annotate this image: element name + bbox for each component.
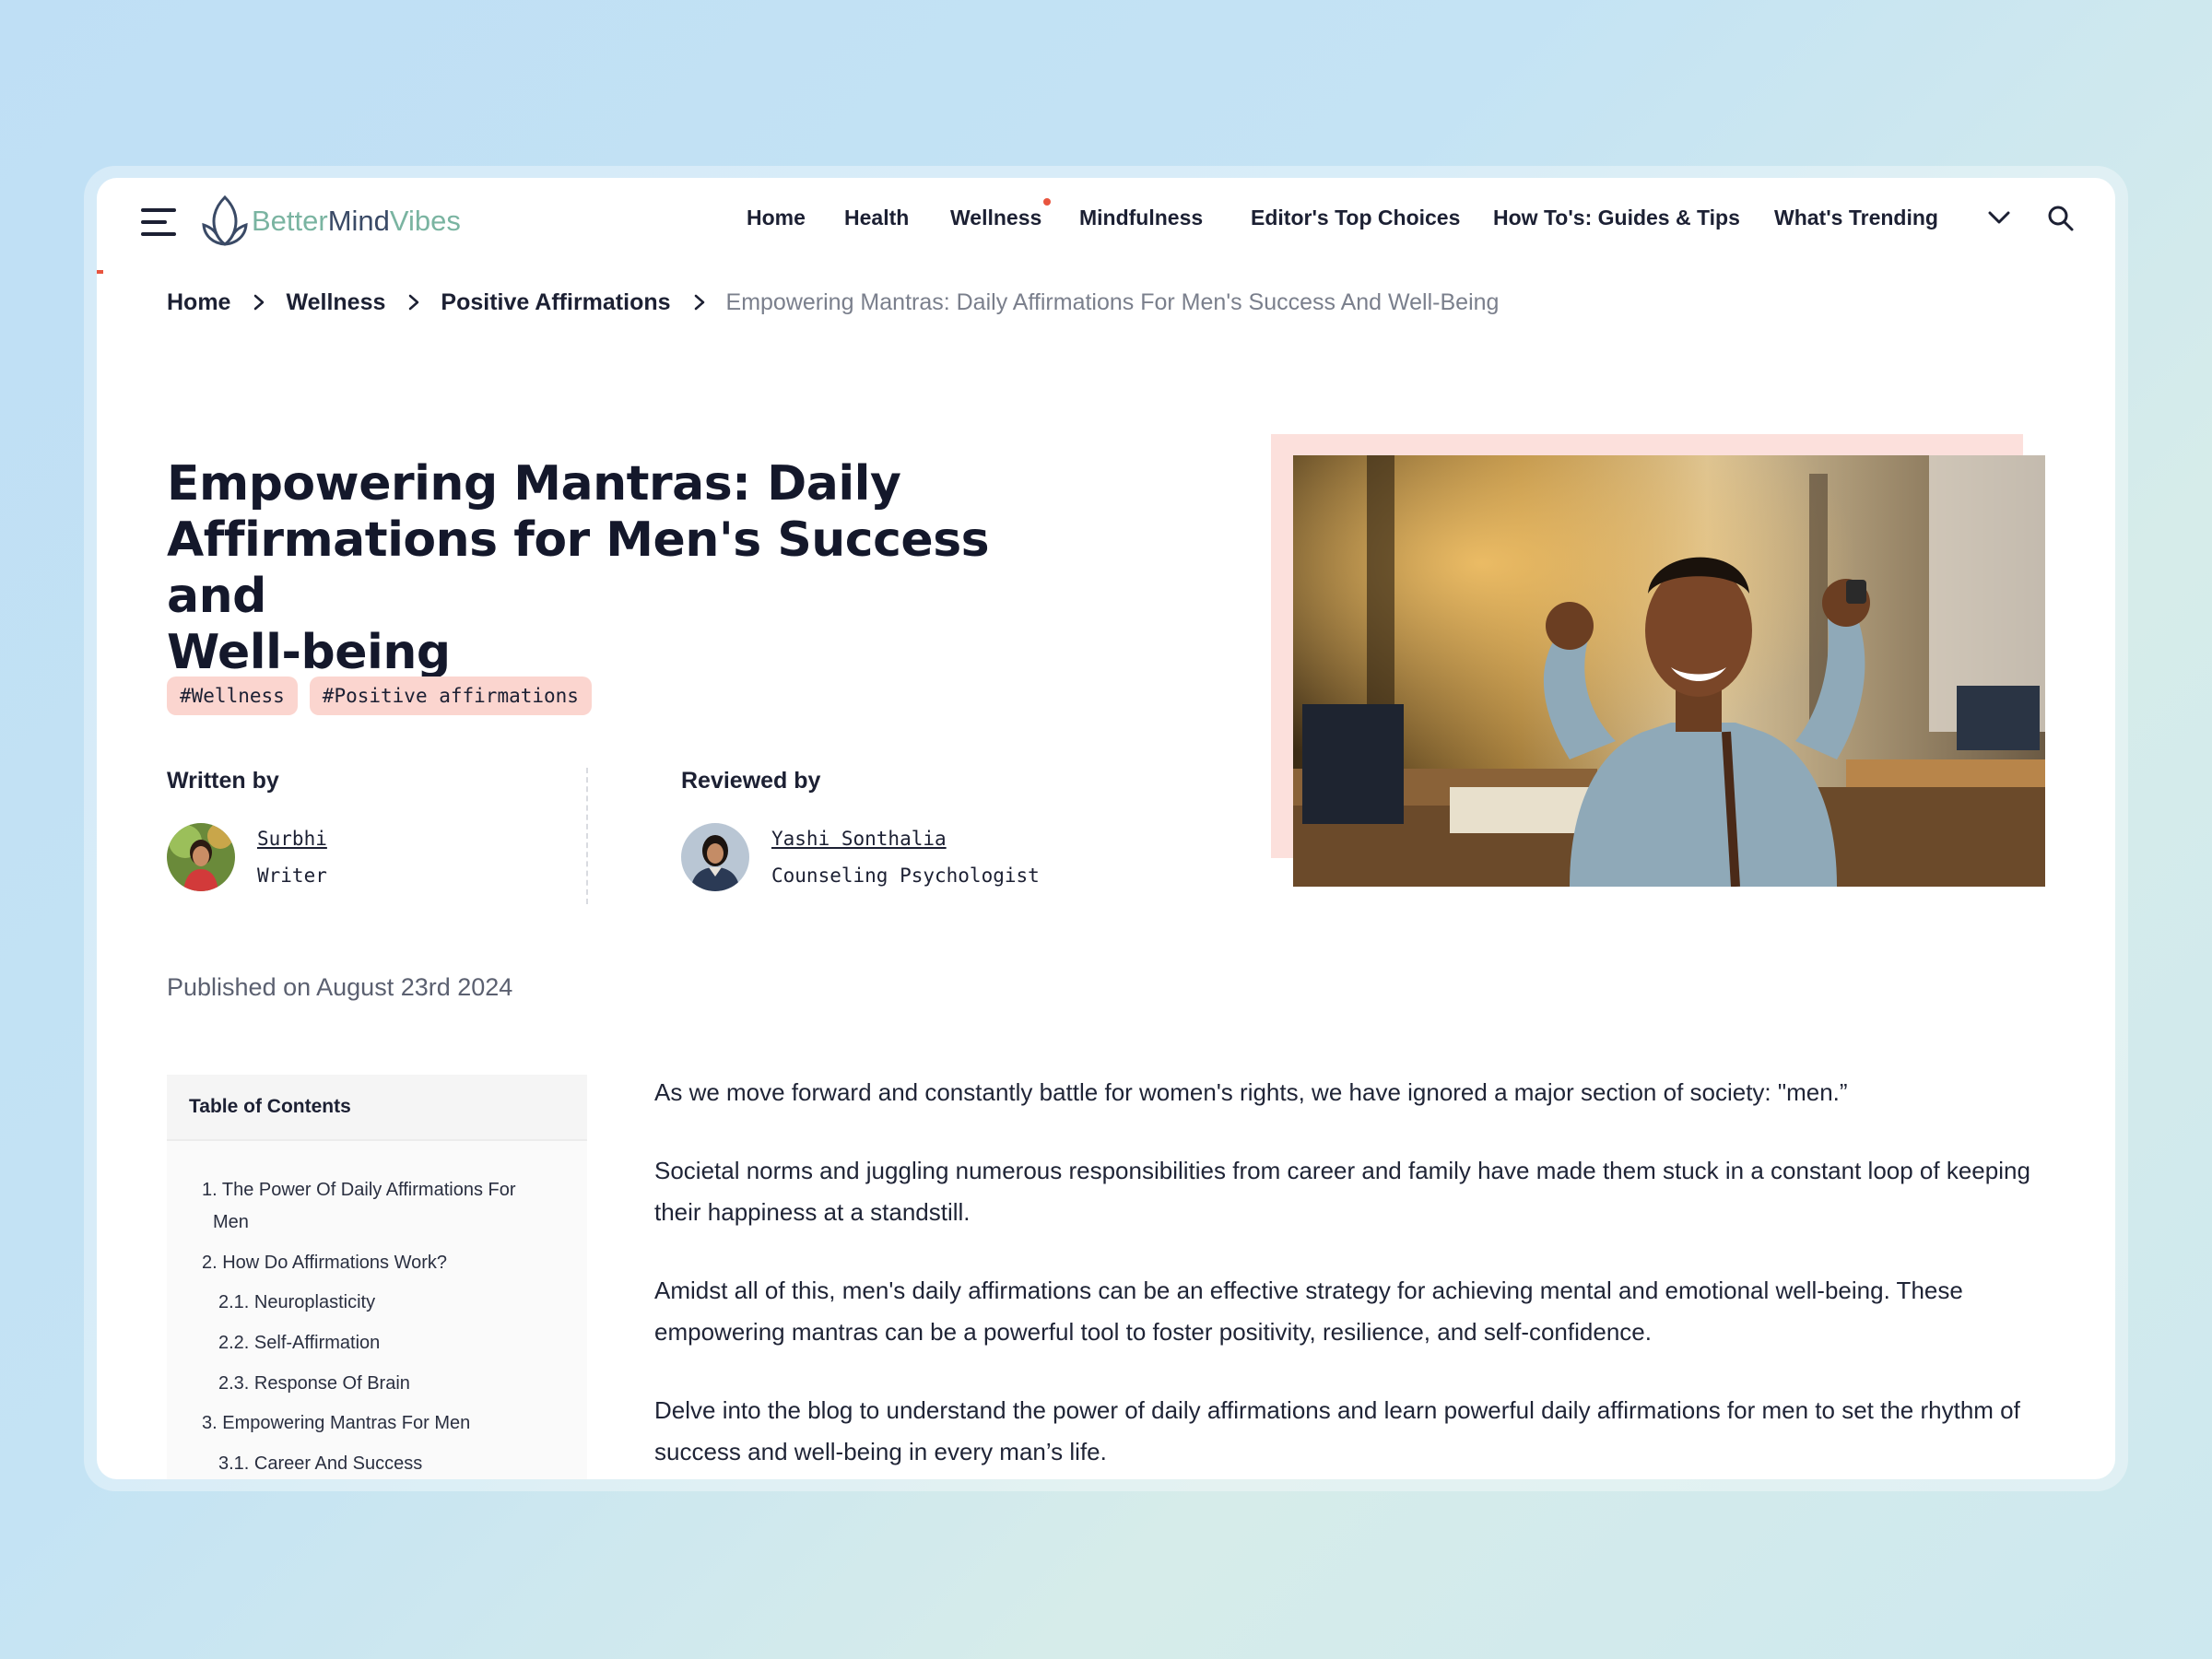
chevron-right-icon [254, 294, 265, 311]
toc-item[interactable]: 3. Empowering Mantras For Men [202, 1407, 470, 1440]
reviewer-name-link[interactable]: Yashi Sonthalia [771, 820, 1040, 857]
nav-item-wellness[interactable]: Wellness [950, 206, 1041, 230]
new-indicator-dot [1043, 198, 1051, 206]
hero-image [1293, 455, 2045, 887]
nav-item-health[interactable]: Health [844, 206, 909, 230]
tag-list: #Wellness #Positive affirmations [167, 677, 592, 715]
lotus-logo-icon [202, 194, 248, 246]
scroll-progress-indicator [97, 270, 103, 274]
toc-item[interactable]: 2.1. Neuroplasticity [218, 1287, 375, 1319]
toc-heading: Table of Contents [167, 1075, 587, 1141]
article-paragraph: Delve into the blog to understand the po… [654, 1396, 2020, 1465]
menu-icon[interactable] [141, 208, 176, 236]
reviewer-info: Yashi Sonthalia Counseling Psychologist [771, 820, 1040, 894]
writer-row: Surbhi Writer [167, 820, 327, 894]
article-paragraph: As we move forward and constantly battle… [654, 1078, 1848, 1106]
article-body: As we move forward and constantly battle… [654, 1072, 2037, 1479]
toc-item[interactable]: 3.1. Career And Success [218, 1448, 422, 1479]
toc-item[interactable]: 1. The Power Of Daily Affirmations For [202, 1174, 516, 1206]
toc-item[interactable]: Men [213, 1206, 249, 1239]
table-of-contents: Table of Contents 1. The Power Of Daily … [167, 1075, 587, 1479]
chevron-right-icon [409, 294, 419, 311]
logo-text: BetterMindVibes [252, 205, 461, 237]
nav-item-editors-top-choices[interactable]: Editor's Top Choices [1251, 206, 1460, 230]
breadcrumb-current: Empowering Mantras: Daily Affirmations F… [725, 288, 1500, 315]
title-line: Affirmations for Men's Success and [167, 512, 990, 624]
author-role: Writer [257, 865, 327, 887]
article-paragraph: Societal norms and juggling numerous res… [654, 1157, 2030, 1226]
breadcrumb-home[interactable]: Home [167, 289, 230, 316]
site-logo[interactable]: BetterMindVibes [200, 192, 461, 251]
breadcrumb: Home Wellness Positive Affirmations Empo… [167, 284, 1499, 321]
article-title: Empowering Mantras: Daily Affirmations f… [167, 456, 1088, 681]
reviewer-block: Reviewed by Yashi Sonthalia Counseling P… [681, 768, 1040, 891]
reviewed-by-label: Reviewed by [681, 768, 821, 794]
page-window: BetterMindVibes Home Health Wellness Min… [97, 178, 2115, 1479]
chevron-down-icon[interactable] [1986, 207, 2012, 228]
writer-info: Surbhi Writer [257, 820, 327, 894]
reviewer-role: Counseling Psychologist [771, 865, 1040, 887]
toc-item[interactable]: 2. How Do Affirmations Work? [202, 1247, 447, 1279]
search-icon[interactable] [2046, 204, 2076, 233]
toc-item[interactable]: 2.3. Response Of Brain [218, 1368, 410, 1400]
breadcrumb-positive-affirmations[interactable]: Positive Affirmations [441, 289, 670, 316]
avatar[interactable] [167, 823, 235, 891]
chevron-right-icon [694, 294, 704, 311]
author-name-link[interactable]: Surbhi [257, 820, 327, 857]
tag-positive-affirmations[interactable]: #Positive affirmations [309, 677, 592, 715]
site-header: BetterMindVibes Home Health Wellness Min… [97, 178, 2115, 263]
writer-block: Written by Surbhi Writer [167, 768, 327, 891]
nav-item-whats-trending[interactable]: What's Trending [1774, 206, 1938, 230]
nav-item-how-tos[interactable]: How To's: Guides & Tips [1493, 206, 1740, 230]
written-by-label: Written by [167, 768, 279, 794]
reviewer-row: Yashi Sonthalia Counseling Psychologist [681, 820, 1040, 894]
breadcrumb-wellness[interactable]: Wellness [286, 289, 385, 316]
author-section: Written by Surbhi Writer Reviewed by Yas… [167, 768, 1088, 906]
nav-item-home[interactable]: Home [747, 206, 806, 230]
tag-wellness[interactable]: #Wellness [167, 677, 298, 715]
title-line: Empowering Mantras: Daily [167, 456, 901, 512]
published-date: Published on August 23rd 2024 [167, 973, 513, 1001]
toc-item[interactable]: 2.2. Self-Affirmation [218, 1327, 380, 1359]
nav-item-mindfulness[interactable]: Mindfulness [1079, 206, 1203, 230]
author-divider [586, 768, 588, 904]
article-paragraph: Amidst all of this, men's daily affirmat… [654, 1277, 1963, 1346]
avatar[interactable] [681, 823, 749, 891]
title-line: Well-being [167, 625, 451, 680]
